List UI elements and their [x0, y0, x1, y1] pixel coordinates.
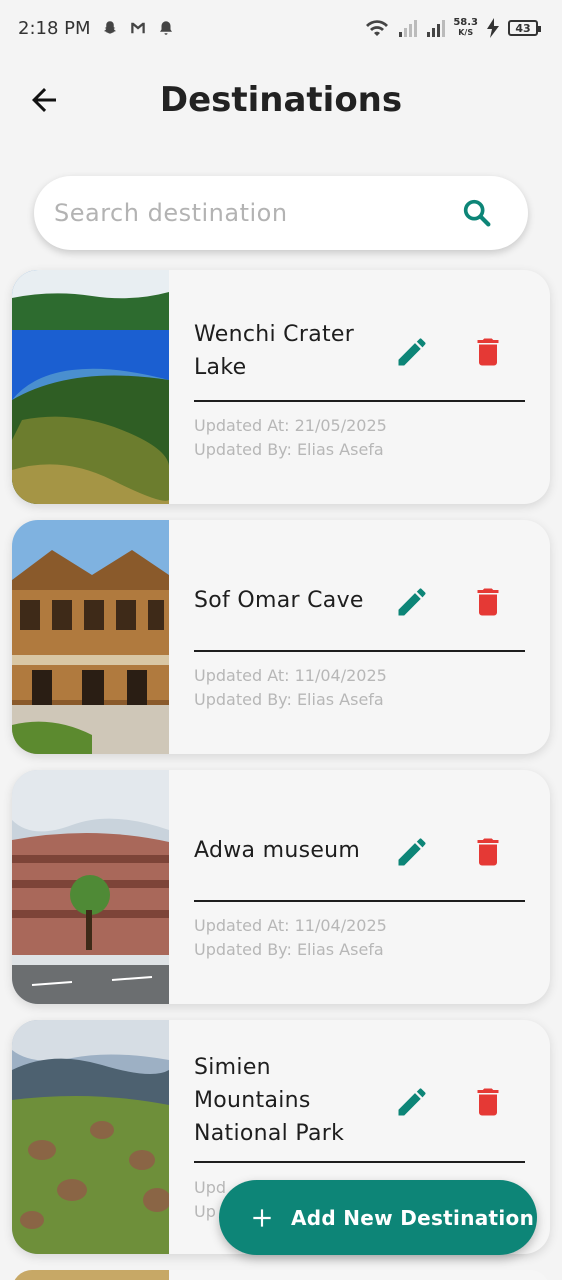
arrow-left-icon[interactable] [26, 82, 62, 118]
destination-name-line: Lake [194, 355, 247, 380]
edit-icon[interactable] [394, 1084, 430, 1120]
destination-name: Adwa museum [194, 834, 390, 867]
destination-name-line: National Park [194, 1121, 345, 1146]
destination-name-line: Simien [194, 1055, 271, 1080]
status-left: 2:18 PM [18, 18, 175, 39]
app-header: Destinations [0, 60, 562, 140]
plus-icon [253, 1208, 271, 1227]
edit-icon[interactable] [394, 834, 430, 870]
battery-level: 43 [515, 21, 531, 35]
notification-bell-icon [159, 21, 172, 35]
divider [194, 650, 525, 652]
divider [194, 900, 525, 902]
destination-image [12, 520, 169, 754]
updated-at: Upd [194, 1178, 227, 1197]
delete-icon[interactable] [470, 334, 506, 370]
status-bar: 2:18 PM 58.3 K/S 43 [0, 0, 562, 56]
updated-at: Updated At: 21/05/2025 [194, 416, 387, 435]
status-right: 58.3 K/S 43 [365, 18, 541, 38]
destination-card-partial[interactable] [12, 1270, 550, 1280]
delete-icon[interactable] [470, 584, 506, 620]
edit-icon[interactable] [394, 584, 430, 620]
updated-by: Updated By: Elias Asefa [194, 940, 384, 959]
battery-icon: 43 [508, 20, 541, 36]
destination-meta: Updated At: 21/05/2025 Updated By: Elias… [194, 414, 387, 462]
network-speed-value: 58.3 [453, 17, 478, 28]
destination-name-line: Mountains [194, 1088, 311, 1113]
destination-image [12, 1270, 169, 1280]
destination-meta: Updated At: 11/04/2025 Updated By: Elias… [194, 914, 387, 962]
destination-card[interactable]: Sof Omar Cave Updated At: 11/04/2025 Upd… [12, 520, 550, 754]
destination-name-line: Sof Omar Cave [194, 588, 364, 613]
wifi-icon [366, 20, 389, 36]
signal-icon [399, 20, 418, 37]
snapchat-icon [103, 21, 116, 34]
destination-name: Sof Omar Cave [194, 584, 390, 617]
destination-meta: Updated At: 11/04/2025 Updated By: Elias… [194, 664, 387, 712]
add-destination-label: Add New Destination [291, 1205, 535, 1230]
destination-name-line: Adwa museum [194, 838, 361, 863]
network-speed: 58.3 K/S [453, 18, 478, 38]
destination-name: Simien Mountains National Park [194, 1051, 390, 1150]
destination-image [12, 770, 169, 1004]
delete-icon[interactable] [470, 1084, 506, 1120]
updated-by: Updated By: Elias Asefa [194, 440, 384, 459]
network-speed-unit: K/S [458, 28, 474, 37]
signal-icon-2 [427, 20, 446, 37]
search-input[interactable] [54, 199, 460, 227]
search-icon[interactable] [460, 196, 494, 230]
destination-card[interactable]: Wenchi Crater Lake Updated At: 21/05/202… [12, 270, 550, 504]
gmail-icon [130, 22, 145, 34]
page-title: Destinations [159, 80, 403, 120]
status-time: 2:18 PM [18, 17, 91, 39]
destination-card[interactable]: Adwa museum Updated At: 11/04/2025 Updat… [12, 770, 550, 1004]
delete-icon[interactable] [470, 834, 506, 870]
updated-at: Updated At: 11/04/2025 [194, 666, 387, 685]
add-destination-button[interactable]: Add New Destination [219, 1180, 537, 1255]
updated-at: Updated At: 11/04/2025 [194, 916, 387, 935]
destination-image [12, 270, 169, 504]
search-bar [34, 176, 528, 250]
updated-by: Updated By: Elias Asefa [194, 690, 384, 709]
destination-image [12, 1020, 169, 1254]
divider [194, 1161, 525, 1163]
destination-name-line: Wenchi Crater [194, 322, 355, 347]
charging-icon [487, 18, 499, 38]
edit-icon[interactable] [394, 334, 430, 370]
divider [194, 400, 525, 402]
destination-name: Wenchi Crater Lake [194, 318, 390, 384]
